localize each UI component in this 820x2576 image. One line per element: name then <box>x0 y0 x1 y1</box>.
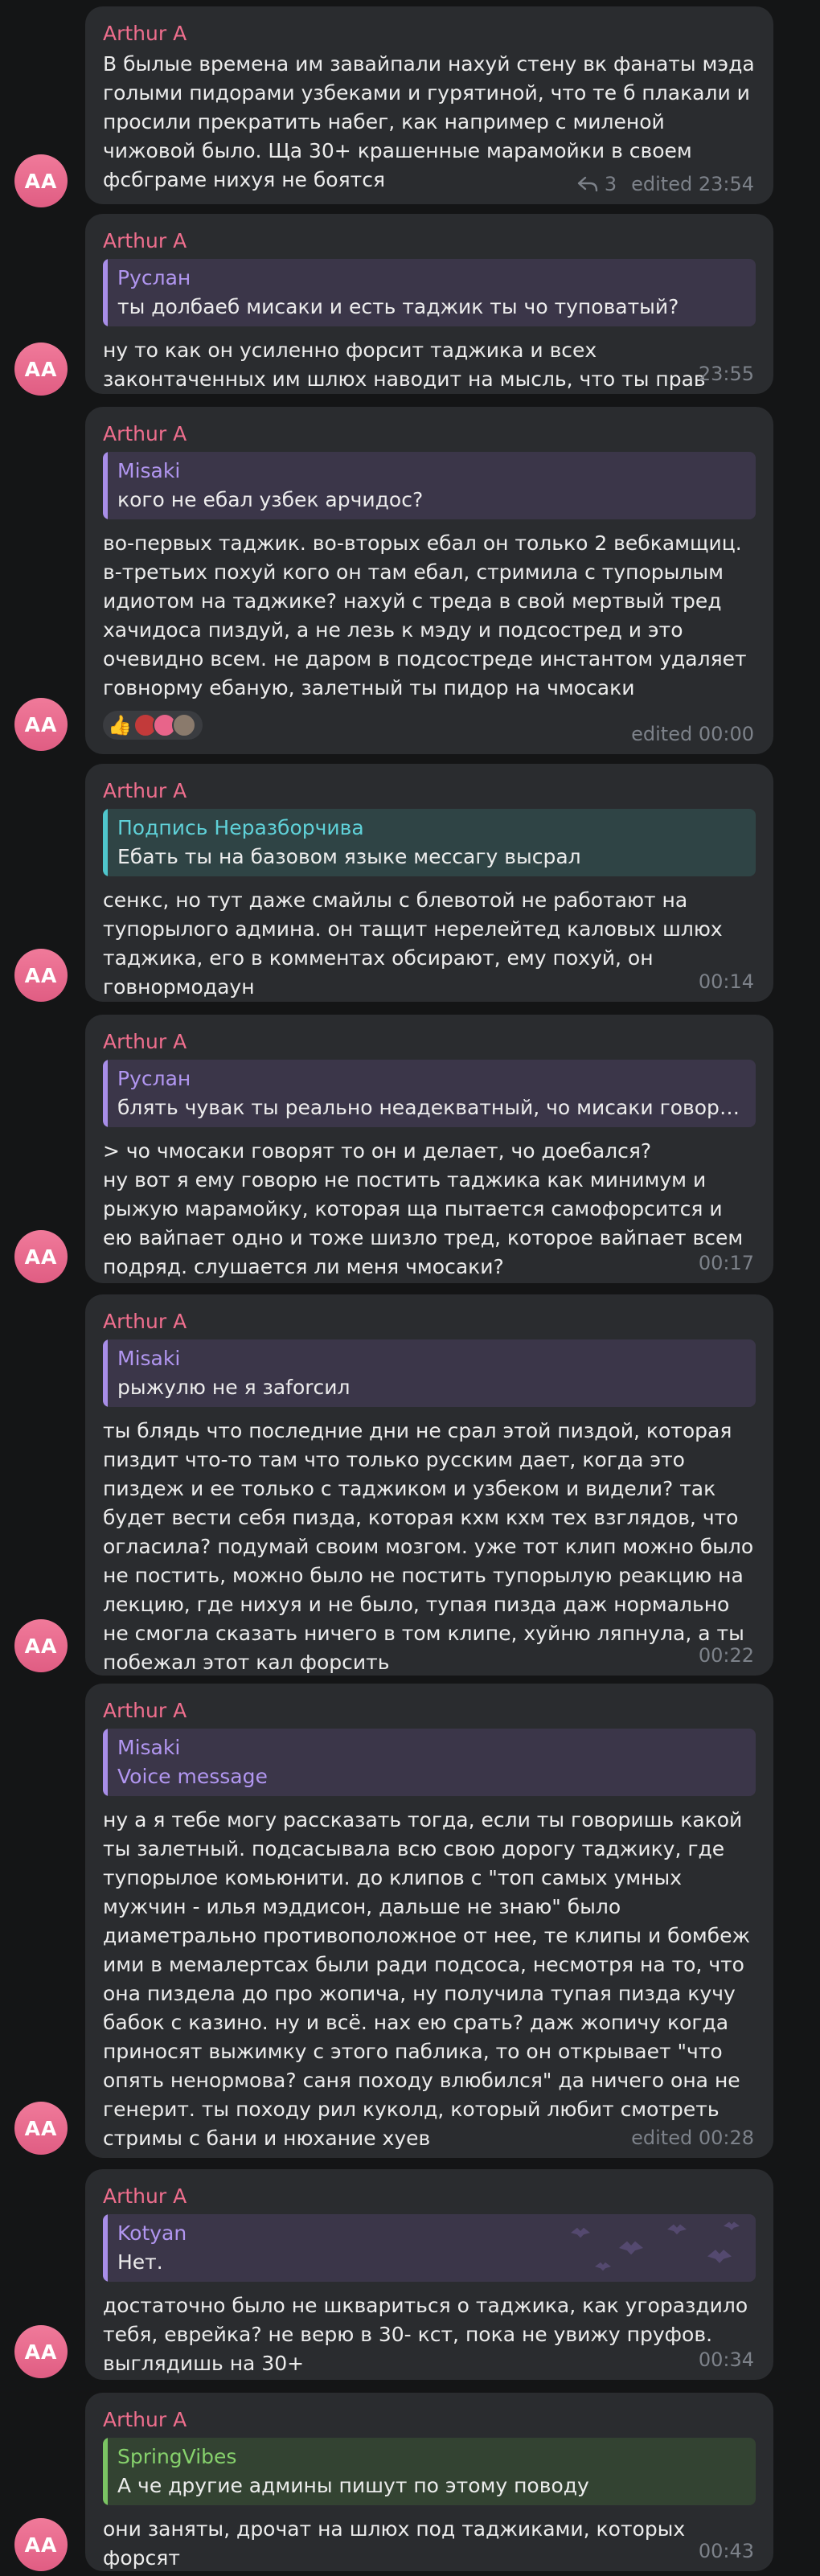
message-time: edited 23:54 <box>631 173 754 195</box>
message-author[interactable]: Arthur A <box>103 1309 756 1335</box>
reply-arrow-icon <box>577 176 598 192</box>
quote-author: Misaki <box>117 1736 181 1759</box>
quote-voice-message: Voice message <box>117 1765 268 1788</box>
reply-count: 3 <box>604 173 617 195</box>
message-bubble[interactable]: Arthur A Misaki рыжулю не я заforсил ты … <box>85 1294 773 1676</box>
replies-button[interactable]: 3 <box>577 172 617 196</box>
message-time: 00:22 <box>698 1644 754 1667</box>
message-time: 00:17 <box>698 1252 754 1274</box>
message-meta: 00:17 <box>699 1251 754 1275</box>
reply-quote[interactable]: Misaki кого не ебал узбек арчидос? <box>103 452 756 519</box>
message-meta: 23:55 <box>699 362 754 386</box>
reaction-thumbs-up[interactable]: 👍 <box>103 711 203 740</box>
quote-author: Руслан <box>117 266 191 289</box>
message-text: ты блядь что последние дни не срал этой … <box>103 1419 761 1674</box>
message-meta: edited 00:00 <box>631 722 754 746</box>
quote-text: ты долбаеб мисаки и есть таджик ты чо ту… <box>117 295 679 318</box>
message-text: они заняты, дрочат на шлюх под таджиками… <box>103 2517 692 2570</box>
reply-quote[interactable]: Подпись Неразборчива Ебать ты на базовом… <box>103 809 756 876</box>
quote-text: рыжулю не я заforсил <box>117 1376 351 1399</box>
message-meta: 00:22 <box>699 1643 754 1667</box>
reply-quote[interactable]: Misaki Voice message <box>103 1729 756 1796</box>
avatar[interactable]: AA <box>14 949 68 1002</box>
reactor-avatar <box>171 713 196 737</box>
avatar[interactable]: AA <box>14 2102 68 2155</box>
message-meta: 00:14 <box>699 970 754 994</box>
message-time: edited 00:28 <box>631 2127 754 2149</box>
message-author[interactable]: Arthur A <box>103 21 756 47</box>
message-text: сенкс, но тут даже смайлы с блевотой не … <box>103 888 729 999</box>
message-author[interactable]: Arthur A <box>103 1698 756 1724</box>
avatar[interactable]: AA <box>14 1619 68 1672</box>
avatar[interactable]: AA <box>14 2325 68 2378</box>
message-meta: edited 00:28 <box>631 2126 754 2150</box>
reply-quote[interactable]: Руслан блять чувак ты реально неадекватн… <box>103 1060 756 1127</box>
quote-author: Misaki <box>117 459 181 482</box>
avatar[interactable]: AA <box>14 1230 68 1283</box>
reply-quote[interactable]: Misaki рыжулю не я заforсил <box>103 1339 756 1407</box>
message-text: достаточно было не шквариться о таджика,… <box>103 2294 755 2375</box>
message-text: > чо чмосаки говорят то он и делает, чо … <box>103 1139 744 1278</box>
quote-author: Руслан <box>117 1067 191 1090</box>
message-bubble[interactable]: Arthur A Kotyan Нет. достаточно было не … <box>85 2169 773 2380</box>
message-time: 00:14 <box>698 970 754 993</box>
reply-quote[interactable]: Kotyan Нет. <box>103 2214 756 2282</box>
quote-bat-pattern-icon <box>571 2221 740 2271</box>
quote-text: А че другие админы пишут по этому поводу <box>117 2474 589 2497</box>
quote-author: Misaki <box>117 1347 181 1370</box>
message-bubble[interactable]: Arthur A Misaki кого не ебал узбек арчид… <box>85 407 773 754</box>
message-author[interactable]: Arthur A <box>103 778 756 804</box>
quote-author: Подпись Неразборчива <box>117 816 364 839</box>
message-author[interactable]: Arthur A <box>103 228 756 254</box>
quote-text: кого не ебал узбек арчидос? <box>117 488 424 511</box>
message-bubble[interactable]: Arthur A Misaki Voice message ну а я теб… <box>85 1684 773 2158</box>
avatar[interactable]: AA <box>14 343 68 396</box>
reply-quote[interactable]: Руслан ты долбаеб мисаки и есть таджик т… <box>103 259 756 326</box>
message-text: ну а я тебе могу рассказать тогда, если … <box>103 1808 756 2150</box>
message-bubble[interactable]: Arthur A Подпись Неразборчива Ебать ты н… <box>85 764 773 1002</box>
message-text: во-первых таджик. во-вторых ебал он толь… <box>103 531 753 699</box>
message-bubble[interactable]: Arthur A Руслан блять чувак ты реально н… <box>85 1015 773 1283</box>
message-text: ну то как он усиленно форсит таджика и в… <box>103 338 706 391</box>
reply-quote[interactable]: SpringVibes А че другие админы пишут по … <box>103 2438 756 2505</box>
message-author[interactable]: Arthur A <box>103 2407 756 2433</box>
message-author[interactable]: Arthur A <box>103 421 756 447</box>
message-bubble[interactable]: Arthur A В былые времена им завайпали на… <box>85 6 773 204</box>
message-bubble[interactable]: Arthur A SpringVibes А че другие админы … <box>85 2393 773 2571</box>
thumbs-up-icon: 👍 <box>108 714 132 736</box>
quote-author: SpringVibes <box>117 2445 237 2468</box>
message-time: edited 00:00 <box>631 723 754 745</box>
message-meta: 3 edited 23:54 <box>577 172 754 196</box>
message-time: 00:43 <box>698 2540 754 2562</box>
quote-text: Ебать ты на базовом языке мессагу высрал <box>117 845 581 868</box>
message-author[interactable]: Arthur A <box>103 2184 756 2209</box>
avatar[interactable]: AA <box>14 2518 68 2571</box>
message-meta: 00:34 <box>699 2348 754 2372</box>
message-author[interactable]: Arthur A <box>103 1029 756 1055</box>
message-time: 00:34 <box>698 2348 754 2371</box>
message-meta: 00:43 <box>699 2539 754 2563</box>
quote-text: блять чувак ты реально неадекватный, чо … <box>117 1096 743 1119</box>
avatar[interactable]: AA <box>14 154 68 207</box>
message-time: 23:55 <box>698 363 754 385</box>
avatar[interactable]: AA <box>14 698 68 751</box>
message-bubble[interactable]: Arthur A Руслан ты долбаеб мисаки и есть… <box>85 214 773 394</box>
